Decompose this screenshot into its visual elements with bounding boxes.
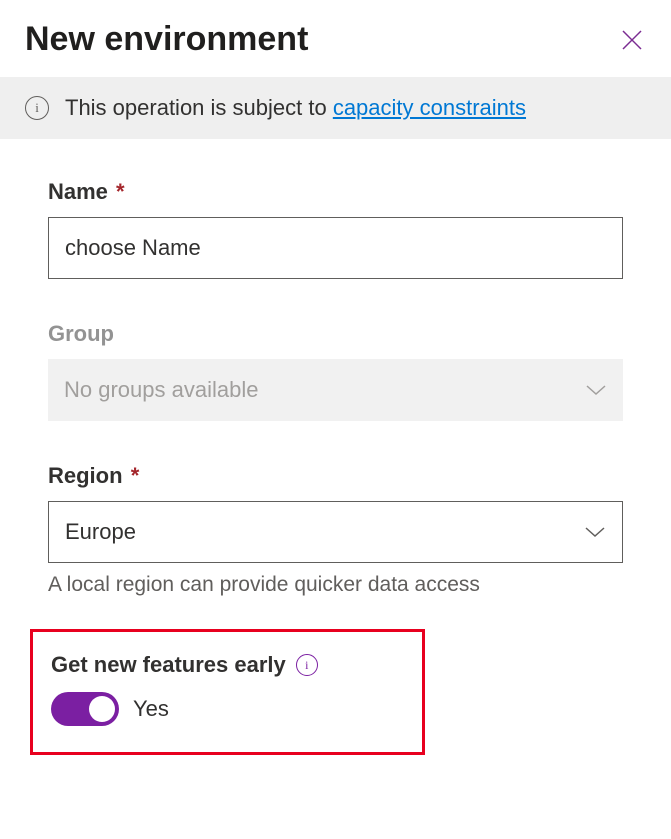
region-label: Region * bbox=[48, 463, 623, 489]
group-select: No groups available bbox=[48, 359, 623, 421]
features-early-toggle[interactable] bbox=[51, 692, 119, 726]
toggle-knob bbox=[89, 696, 115, 722]
info-icon[interactable]: i bbox=[296, 654, 318, 676]
capacity-constraints-link[interactable]: capacity constraints bbox=[333, 95, 526, 120]
region-select-value: Europe bbox=[65, 519, 136, 545]
name-label-text: Name bbox=[48, 179, 108, 204]
name-label: Name * bbox=[48, 179, 623, 205]
features-early-label-row: Get new features early i bbox=[51, 652, 404, 678]
dialog-header: New environment bbox=[0, 0, 671, 77]
dialog-title: New environment bbox=[25, 20, 308, 59]
features-early-toggle-row: Yes bbox=[51, 692, 404, 726]
chevron-down-icon bbox=[585, 383, 607, 397]
required-indicator: * bbox=[116, 179, 125, 204]
name-field: Name * bbox=[48, 179, 623, 279]
form-body: Name * Group No groups available Region … bbox=[0, 139, 671, 775]
name-input[interactable] bbox=[48, 217, 623, 279]
info-banner-prefix: This operation is subject to bbox=[65, 95, 333, 120]
group-label: Group bbox=[48, 321, 623, 347]
group-select-value: No groups available bbox=[64, 377, 258, 403]
region-label-text: Region bbox=[48, 463, 123, 488]
chevron-down-icon bbox=[584, 525, 606, 539]
region-select[interactable]: Europe bbox=[48, 501, 623, 563]
required-indicator: * bbox=[131, 463, 140, 488]
group-field: Group No groups available bbox=[48, 321, 623, 421]
region-helper-text: A local region can provide quicker data … bbox=[48, 573, 623, 597]
features-early-state: Yes bbox=[133, 696, 169, 722]
features-early-highlight: Get new features early i Yes bbox=[30, 629, 425, 755]
info-banner: i This operation is subject to capacity … bbox=[0, 77, 671, 139]
features-early-label: Get new features early bbox=[51, 652, 286, 678]
region-field: Region * Europe A local region can provi… bbox=[48, 463, 623, 597]
info-icon: i bbox=[25, 96, 49, 120]
info-banner-text: This operation is subject to capacity co… bbox=[65, 95, 526, 121]
close-button[interactable] bbox=[618, 26, 646, 54]
close-icon bbox=[621, 29, 643, 51]
